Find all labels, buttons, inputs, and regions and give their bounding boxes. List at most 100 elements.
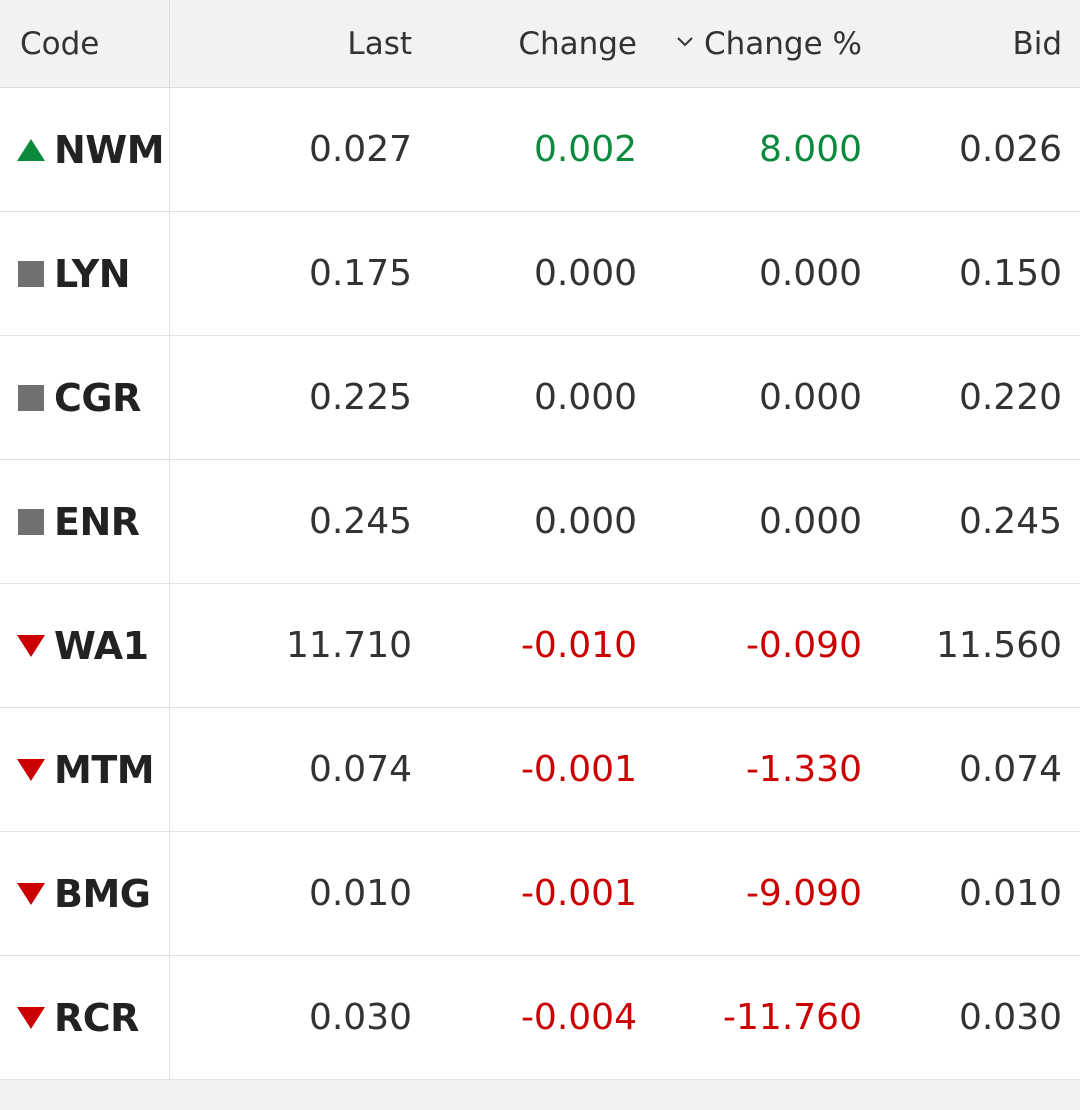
cell-last: 0.225 (170, 336, 412, 459)
cell-last: 11.710 (170, 584, 412, 707)
trend-flat-icon (18, 508, 44, 535)
cell-code[interactable]: LYN (0, 212, 170, 335)
cell-change: 0.002 (412, 88, 637, 211)
column-header-last[interactable]: Last (170, 0, 412, 87)
table-header: Code Last Change Change % Bid (0, 0, 1080, 88)
column-header-change[interactable]: Change (412, 0, 637, 87)
price-change-pct: 0.000 (758, 253, 862, 294)
cell-code[interactable]: NWM (0, 88, 170, 211)
bid-price: 0.074 (958, 749, 1062, 790)
cell-bid: 0.030 (862, 956, 1062, 1079)
cell-bid: 0.026 (862, 88, 1062, 211)
cell-change-pct: 8.000 (637, 88, 862, 211)
price-change: 0.002 (533, 129, 637, 170)
bid-price: 0.245 (958, 501, 1062, 542)
last-price: 11.710 (286, 625, 412, 666)
trend-down-icon (17, 634, 45, 657)
cell-last: 0.030 (170, 956, 412, 1079)
stock-code: LYN (54, 251, 131, 296)
cell-code[interactable]: MTM (0, 708, 170, 831)
trend-flat-icon (18, 384, 44, 411)
cell-code[interactable]: WA1 (0, 584, 170, 707)
cell-bid: 0.150 (862, 212, 1062, 335)
cell-change-pct: 0.000 (637, 336, 862, 459)
cell-code[interactable]: ENR (0, 460, 170, 583)
price-change-pct: 0.000 (758, 501, 862, 542)
cell-last: 0.175 (170, 212, 412, 335)
price-change-pct: -1.330 (745, 749, 862, 790)
stock-code: WA1 (54, 623, 149, 668)
cell-change: 0.000 (412, 336, 637, 459)
last-price: 0.175 (308, 253, 412, 294)
trend-down-icon (17, 758, 45, 781)
stock-code: MTM (54, 747, 155, 792)
bid-price: 0.010 (958, 873, 1062, 914)
cell-code[interactable]: CGR (0, 336, 170, 459)
cell-code[interactable]: RCR (0, 956, 170, 1079)
trend-down-icon (17, 1006, 45, 1029)
cell-change-pct: 0.000 (637, 460, 862, 583)
stock-code: ENR (54, 499, 140, 544)
table-row[interactable]: LYN 0.175 0.000 0.000 0.150 (0, 212, 1080, 336)
column-header-change-pct[interactable]: Change % (637, 0, 862, 87)
cell-last: 0.245 (170, 460, 412, 583)
cell-last: 0.074 (170, 708, 412, 831)
bid-price: 0.030 (958, 997, 1062, 1038)
last-price: 0.030 (308, 997, 412, 1038)
last-price: 0.010 (308, 873, 412, 914)
bid-price: 0.150 (958, 253, 1062, 294)
last-price: 0.074 (308, 749, 412, 790)
stock-code: NWM (54, 127, 165, 172)
column-header-bid-label: Bid (1012, 25, 1062, 62)
price-change: 0.000 (533, 377, 637, 418)
table-row[interactable]: CGR 0.225 0.000 0.000 0.220 (0, 336, 1080, 460)
cell-bid: 0.220 (862, 336, 1062, 459)
cell-bid: 0.074 (862, 708, 1062, 831)
table-body: NWM 0.027 0.002 8.000 0.026 LYN 0.175 0.000 0.00… (0, 88, 1080, 1080)
column-header-change-label: Change (518, 25, 637, 62)
table-row[interactable]: NWM 0.027 0.002 8.000 0.026 (0, 88, 1080, 212)
price-change: -0.001 (520, 749, 637, 790)
cell-change-pct: 0.000 (637, 212, 862, 335)
table-row[interactable]: RCR 0.030 -0.004 -11.760 0.030 (0, 956, 1080, 1080)
sort-descending-icon (677, 36, 693, 46)
column-header-code[interactable]: Code (0, 0, 170, 87)
stock-code: CGR (54, 375, 141, 420)
table-row[interactable]: MTM 0.074 -0.001 -1.330 0.074 (0, 708, 1080, 832)
price-change: -0.001 (520, 873, 637, 914)
last-price: 0.245 (308, 501, 412, 542)
last-price: 0.225 (308, 377, 412, 418)
column-header-code-label: Code (20, 25, 100, 62)
cell-change: 0.000 (412, 460, 637, 583)
cell-bid: 0.010 (862, 832, 1062, 955)
cell-change: -0.004 (412, 956, 637, 1079)
stock-table: Code Last Change Change % Bid NWM 0.027 0.… (0, 0, 1080, 1080)
column-header-change-pct-label: Change % (704, 25, 862, 62)
price-change: -0.010 (520, 625, 637, 666)
price-change: 0.000 (533, 253, 637, 294)
cell-code[interactable]: BMG (0, 832, 170, 955)
price-change-pct: -9.090 (745, 873, 862, 914)
stock-code: RCR (54, 995, 139, 1040)
price-change-pct: -0.090 (745, 625, 862, 666)
table-row[interactable]: BMG 0.010 -0.001 -9.090 0.010 (0, 832, 1080, 956)
cell-change-pct: -0.090 (637, 584, 862, 707)
cell-change-pct: -9.090 (637, 832, 862, 955)
cell-change: -0.001 (412, 832, 637, 955)
price-change-pct: 8.000 (758, 129, 862, 170)
price-change: 0.000 (533, 501, 637, 542)
cell-last: 0.027 (170, 88, 412, 211)
cell-last: 0.010 (170, 832, 412, 955)
trend-down-icon (17, 882, 45, 905)
cell-change: -0.001 (412, 708, 637, 831)
cell-bid: 11.560 (862, 584, 1062, 707)
table-row[interactable]: ENR 0.245 0.000 0.000 0.245 (0, 460, 1080, 584)
cell-bid: 0.245 (862, 460, 1062, 583)
price-change-pct: 0.000 (758, 377, 862, 418)
table-row[interactable]: WA1 11.710 -0.010 -0.090 11.560 (0, 584, 1080, 708)
trend-flat-icon (18, 260, 44, 287)
bid-price: 11.560 (936, 625, 1062, 666)
stock-code: BMG (54, 871, 151, 916)
column-header-bid[interactable]: Bid (862, 0, 1062, 87)
price-change: -0.004 (520, 997, 637, 1038)
